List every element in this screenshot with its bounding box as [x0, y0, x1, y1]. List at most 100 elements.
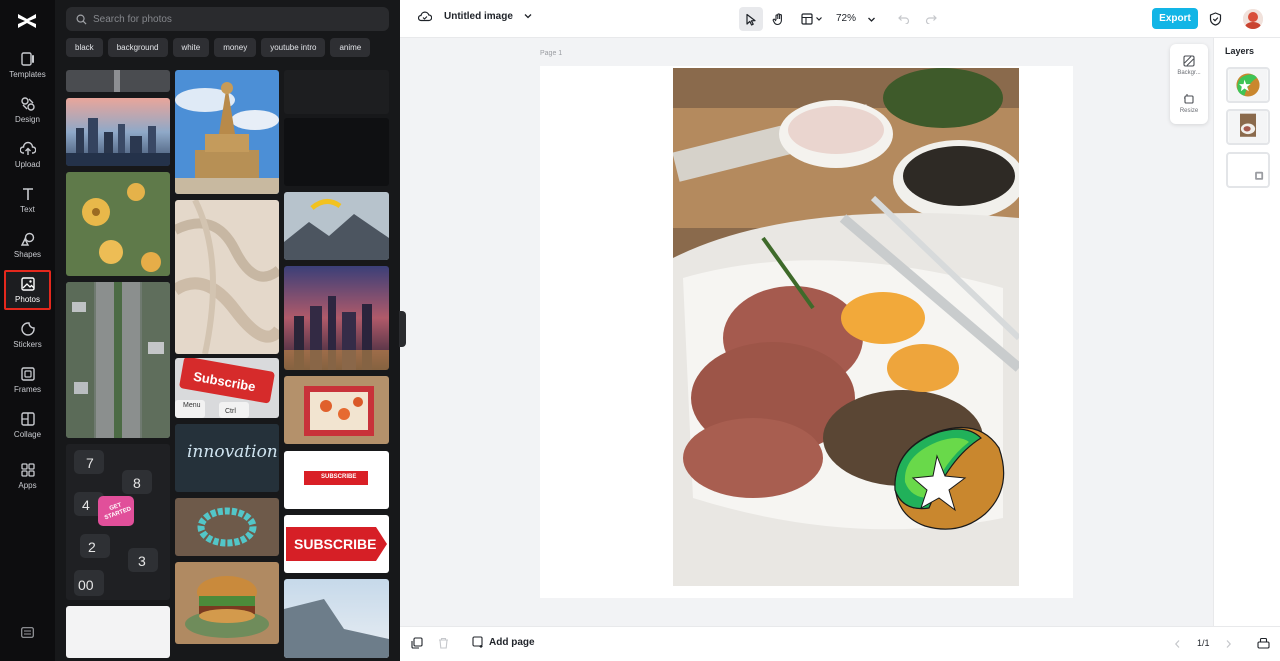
add-page-button[interactable]: Add page [472, 636, 535, 648]
hand-tool-button[interactable] [766, 7, 790, 31]
tag-youtube-intro[interactable]: youtube intro [261, 38, 326, 57]
tag-row: black background white money youtube int… [66, 38, 371, 57]
page-manager-icon[interactable] [1257, 637, 1270, 649]
tag-black[interactable]: black [66, 38, 103, 57]
avatar[interactable] [1243, 9, 1263, 29]
tag-background[interactable]: background [107, 38, 168, 57]
layers-title: Layers [1225, 46, 1255, 56]
photos-panel: Search for photos black background white… [55, 0, 400, 661]
photo-tile-subscribe-small[interactable]: SUBSCRIBE [284, 451, 389, 509]
photo-tile-food-table[interactable] [284, 376, 389, 444]
photo-search[interactable]: Search for photos [66, 7, 389, 31]
capcut-logo[interactable] [16, 10, 38, 30]
nav-shapes[interactable]: Shapes [4, 225, 51, 265]
nav-collage-label: Collage [13, 430, 42, 439]
zoom-level[interactable]: 72% [836, 13, 856, 24]
search-icon [76, 14, 87, 25]
search-placeholder: Search for photos [93, 13, 172, 25]
keyboard-shortcuts-icon[interactable] [21, 627, 34, 638]
photo-tile-night-city[interactable] [284, 266, 389, 370]
shield-check-icon[interactable] [1209, 12, 1222, 26]
cloud-save-icon[interactable] [418, 10, 432, 22]
svg-text:00: 00 [78, 577, 94, 593]
select-tool-button[interactable] [739, 7, 763, 31]
tag-money[interactable]: money [214, 38, 257, 57]
top-bar: Untitled image 72% Export [400, 0, 1280, 38]
photo-tile-innovation[interactable]: innovation [175, 424, 279, 492]
shapes-icon [20, 232, 34, 246]
nav-shapes-label: Shapes [13, 250, 42, 259]
undo-button[interactable] [892, 7, 916, 31]
layout-menu-button[interactable] [797, 7, 827, 31]
redo-button[interactable] [919, 7, 943, 31]
photo-tile-dark-gradient-1[interactable] [284, 70, 389, 114]
photo-tile-aerial-boulevard[interactable] [66, 282, 170, 438]
svg-text:4: 4 [82, 497, 90, 513]
zoom-dropdown-button[interactable] [863, 7, 879, 31]
photo-tile-dark-gradient-2[interactable] [284, 118, 389, 186]
nav-design[interactable]: Design [4, 90, 51, 130]
photo-tile-sea-cliff[interactable] [284, 579, 389, 658]
export-button[interactable]: Export [1152, 8, 1198, 29]
layer-sticker[interactable] [1226, 67, 1270, 103]
chevron-down-icon[interactable] [523, 12, 533, 20]
nav-upload[interactable]: Upload [4, 135, 51, 175]
nav-stickers[interactable]: Stickers [4, 315, 51, 355]
previous-page-icon[interactable] [1174, 639, 1181, 649]
nav-photos[interactable]: Photos [4, 270, 51, 310]
photo-tile-calculator[interactable]: 7 8 4 2 3 00 GET STARTED [66, 444, 170, 600]
resize-label: Resize [1179, 107, 1199, 114]
photo-tile-yellow-flowers[interactable] [66, 172, 170, 276]
nav-collage[interactable]: Collage [4, 405, 51, 445]
nav-text-label: Text [20, 205, 35, 214]
photo-tile-paraglider[interactable] [284, 192, 389, 260]
panel-collapse-handle[interactable] [399, 311, 406, 347]
ctrl-key-text: Ctrl [225, 408, 236, 415]
undo-icon [898, 15, 910, 24]
background-button[interactable]: Backgr... [1170, 48, 1208, 82]
duplicate-page-icon[interactable] [411, 637, 423, 649]
nav-upload-label: Upload [14, 160, 41, 169]
document-title[interactable]: Untitled image [444, 11, 513, 22]
photo-tile-subscribe-key[interactable]: Subscribe Menu Ctrl [175, 358, 279, 418]
tag-white[interactable]: white [172, 38, 210, 57]
resize-icon [1184, 93, 1194, 104]
layer-page-background[interactable] [1226, 152, 1270, 188]
delete-page-icon[interactable] [438, 637, 449, 649]
nav-apps[interactable]: Apps [4, 456, 51, 496]
photo-tile-city-skyline[interactable] [66, 98, 170, 166]
title-area: Untitled image [418, 10, 533, 22]
svg-text:8: 8 [133, 475, 141, 491]
nav-apps-label: Apps [18, 481, 37, 490]
add-page-label: Add page [489, 636, 535, 648]
nav-frames[interactable]: Frames [4, 360, 51, 400]
nav-templates-label: Templates [9, 70, 46, 79]
innovation-text: innovation [187, 442, 278, 462]
photo-tile-white-texture[interactable] [66, 606, 170, 658]
add-page-icon [472, 636, 483, 648]
next-page-icon[interactable] [1225, 639, 1232, 649]
canvas-mini-toolbar: Backgr... Resize [1170, 44, 1208, 124]
photo-tile-dark-road[interactable] [66, 70, 170, 92]
photo-tile-stone-ring[interactable] [175, 498, 279, 556]
resize-button[interactable]: Resize [1170, 86, 1208, 120]
chevron-down-icon [867, 17, 875, 22]
layer-food-photo[interactable] [1226, 109, 1270, 145]
photo-tile-buddha-statue[interactable] [175, 70, 279, 194]
cursor-icon [746, 13, 756, 26]
nav-photos-label: Photos [15, 295, 40, 304]
templates-icon [20, 52, 34, 66]
tag-anime[interactable]: anime [330, 38, 371, 57]
photo-tile-silk-fabric[interactable] [175, 200, 279, 354]
svg-text:7: 7 [86, 455, 94, 471]
svg-text:2: 2 [88, 539, 96, 555]
upload-icon [19, 141, 36, 155]
stickers-icon [20, 322, 35, 336]
collage-icon [20, 412, 35, 426]
nav-text[interactable]: Text [4, 180, 51, 220]
photo-tile-burger[interactable] [175, 562, 279, 644]
photo-tile-subscribe-banner[interactable]: SUBSCRIBE [284, 515, 389, 573]
capcut-sticker[interactable] [889, 418, 1007, 532]
hand-icon [772, 12, 782, 25]
nav-templates[interactable]: Templates [4, 45, 51, 85]
